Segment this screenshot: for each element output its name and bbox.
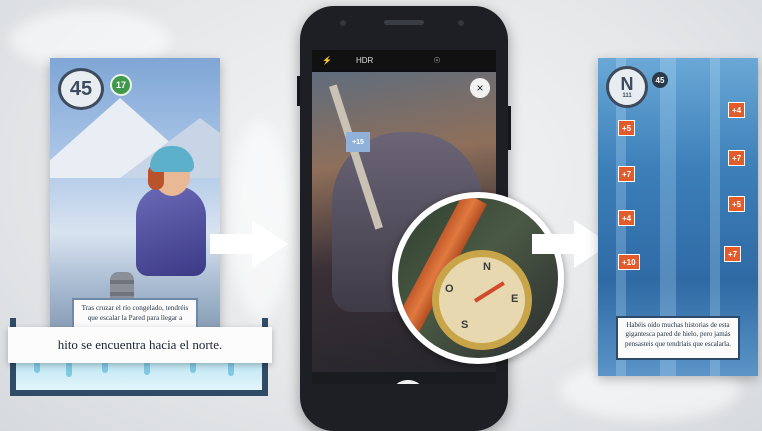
sensor	[458, 20, 464, 26]
hold-tag: +10	[618, 254, 640, 270]
card-story-text: Habéis oído muchas historias de esta gig…	[616, 316, 740, 360]
climber-figure	[136, 186, 206, 276]
card-letter-badge: N 111	[606, 66, 648, 108]
scanned-card-label: +15	[346, 132, 370, 152]
icicle	[34, 363, 40, 373]
ice-fringe	[14, 363, 262, 393]
front-camera	[340, 20, 346, 26]
compass-icon: N E S O	[432, 250, 532, 350]
close-button[interactable]: ×	[470, 78, 490, 98]
compass-zoom-circle: N E S O	[392, 192, 564, 364]
compass-needle	[473, 281, 505, 303]
camera-top-bar: ⚡ HDR ☉	[312, 50, 496, 70]
arrow-head	[252, 220, 288, 268]
arrow-shaft	[532, 234, 574, 254]
side-button	[508, 106, 511, 150]
icicle	[66, 363, 72, 377]
card-letter-sub: 111	[622, 93, 632, 99]
icicle	[102, 363, 108, 373]
dark-badge: 45	[652, 72, 668, 88]
arrow-shaft	[210, 234, 252, 254]
hold-tag: +7	[618, 166, 636, 182]
card-number-badge: 45	[58, 68, 104, 110]
phone-speaker	[384, 20, 424, 25]
hdr-toggle[interactable]: HDR	[356, 56, 373, 65]
compass-letter-e: E	[511, 293, 519, 305]
hold-tag: +5	[728, 196, 746, 212]
hold-tag: +4	[728, 102, 746, 118]
live-photo-icon[interactable]: ☉	[433, 56, 440, 65]
icicle	[190, 363, 196, 373]
compass-letter-n: N	[483, 261, 491, 273]
compass-letter-s: S	[461, 319, 469, 331]
compass-letter-o: O	[445, 283, 454, 295]
caption-text: hito se encuentra hacia el norte.	[8, 327, 272, 363]
icicle	[144, 363, 150, 375]
hold-tag: +7	[724, 246, 742, 262]
card-letter: N	[620, 74, 634, 94]
hold-tag: +7	[728, 150, 746, 166]
flash-icon[interactable]: ⚡	[322, 56, 332, 65]
green-badge: 17	[110, 74, 132, 96]
story-card-right: N 111 45 +5 +4 +7 +7 +4 +5 +10 +7 Habéis…	[598, 58, 758, 376]
side-button	[297, 76, 300, 106]
icicle	[228, 363, 234, 376]
hold-tag: +4	[618, 210, 636, 226]
hold-tag: +5	[618, 120, 636, 136]
